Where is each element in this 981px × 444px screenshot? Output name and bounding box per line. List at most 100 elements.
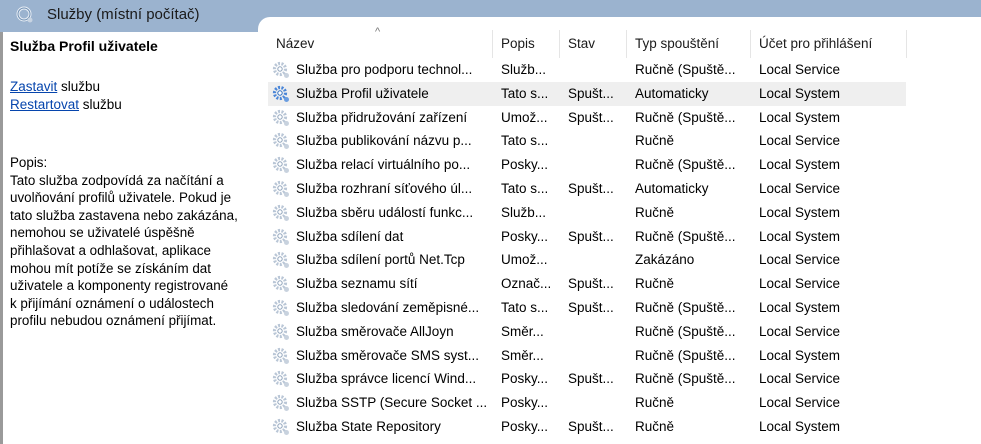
service-status: Spušt... bbox=[568, 85, 614, 101]
service-name: Služba State Repository bbox=[296, 418, 441, 434]
service-startup-type: Ručně (Spuště... bbox=[635, 347, 736, 363]
table-header: ^ Název Popis Stav Typ spouštění Účet pr… bbox=[268, 26, 981, 58]
service-logon-account: Local Service bbox=[759, 180, 841, 196]
service-description: Umož... bbox=[501, 109, 548, 125]
column-divider[interactable] bbox=[559, 30, 560, 58]
table-row[interactable]: Služba rozhraní síťového úl... Tato s... S… bbox=[268, 177, 981, 201]
description-line: nemohou se uživatelé úspěšně bbox=[10, 225, 195, 241]
service-startup-type: Ručně (Spuště... bbox=[635, 299, 736, 315]
service-startup-type: Ručně (Spuště... bbox=[635, 323, 736, 339]
column-header-logon-account[interactable]: Účet pro přihlášení bbox=[759, 36, 872, 51]
description-line: k přijímání oznámení o událostech bbox=[10, 295, 214, 311]
service-gear-icon bbox=[272, 395, 289, 412]
action-suffix: službu bbox=[79, 97, 122, 112]
service-gear-icon bbox=[272, 85, 289, 102]
table-row[interactable]: Služba přidružování zařízení Umož... Spušt… bbox=[268, 106, 981, 130]
table-row[interactable]: Služba směrovače SMS syst... Směr... Ručně… bbox=[268, 344, 981, 368]
service-description: Služb... bbox=[501, 62, 547, 77]
service-status: Spušt... bbox=[568, 299, 614, 315]
service-name: Služba směrovače AllJoyn bbox=[296, 323, 454, 339]
description-line: přihlašovat a odhlašovat, aplikace bbox=[10, 242, 211, 258]
service-description: Služb... bbox=[501, 204, 547, 220]
service-description: Tato s... bbox=[501, 299, 549, 315]
service-startup-type: Ručně bbox=[635, 418, 675, 434]
column-divider[interactable] bbox=[626, 30, 627, 58]
service-logon-account: Local System bbox=[759, 157, 841, 173]
service-name: Služba správce licencí Wind... bbox=[296, 371, 477, 387]
column-header-status[interactable]: Stav bbox=[568, 36, 595, 51]
service-logon-account: Local Service bbox=[759, 395, 841, 411]
details-panel: Služba Profil uživatele Zastavit službu … bbox=[10, 36, 260, 330]
service-gear-icon bbox=[272, 323, 289, 340]
service-logon-account: Local System bbox=[759, 85, 841, 101]
services-gear-icon bbox=[16, 6, 33, 23]
service-status: Spušt... bbox=[568, 371, 614, 387]
service-description: Směr... bbox=[501, 347, 544, 363]
service-name: Služba pro podporu technol... bbox=[296, 62, 473, 77]
description-line: uvolňování profilů uživatele. Pokud je bbox=[10, 190, 232, 206]
service-gear-icon bbox=[272, 228, 289, 245]
service-gear-icon bbox=[272, 204, 289, 221]
service-status: Spušt... bbox=[568, 418, 614, 434]
service-logon-account: Local Service bbox=[759, 252, 841, 268]
service-gear-icon bbox=[272, 180, 289, 197]
service-name: Služba směrovače SMS syst... bbox=[296, 347, 480, 363]
service-logon-account: Local Service bbox=[759, 323, 841, 339]
table-row[interactable]: Služba pro podporu technol... Služb... Ruč… bbox=[268, 58, 981, 82]
service-name: Služba seznamu sítí bbox=[296, 276, 418, 292]
table-row[interactable]: Služba správce licencí Wind... Posky... Sp… bbox=[268, 367, 981, 391]
column-header-description[interactable]: Popis bbox=[501, 36, 535, 51]
service-gear-icon bbox=[272, 418, 289, 435]
service-logon-account: Local System bbox=[759, 109, 841, 125]
service-gear-icon bbox=[272, 347, 289, 364]
service-description: Posky... bbox=[501, 371, 549, 387]
column-divider[interactable] bbox=[906, 30, 907, 58]
service-name: Služba sdílení portů Net.Tcp bbox=[296, 252, 465, 268]
service-description: Tato s... bbox=[501, 180, 549, 196]
service-description: Posky... bbox=[501, 418, 549, 434]
panel-border bbox=[0, 32, 3, 444]
table-row[interactable]: Služba relací virtuálního po... Posky... R… bbox=[268, 153, 981, 177]
service-gear-icon bbox=[272, 276, 289, 293]
description-line: tato služba zastavena nebo zakázána, bbox=[10, 207, 238, 223]
service-gear-icon bbox=[272, 109, 289, 126]
table-row[interactable]: Služba seznamu sítí Označ... Spušt... Ručně… bbox=[268, 272, 981, 296]
description-line: profilu nebudou oznámení přijímat. bbox=[10, 313, 217, 329]
column-divider[interactable] bbox=[750, 30, 751, 58]
table-row[interactable]: Služba směrovače AllJoyn Směr... Ručně (Sp… bbox=[268, 320, 981, 344]
service-gear-icon bbox=[272, 157, 289, 174]
service-logon-account: Local Service bbox=[759, 371, 841, 387]
table-row[interactable]: Služba sběru událostí funkc... Služb... Ru… bbox=[268, 201, 981, 225]
service-gear-icon bbox=[272, 61, 289, 78]
table-row[interactable]: Služba SSTP (Secure Socket ... Posky... Ru… bbox=[268, 391, 981, 415]
services-table: ^ Název Popis Stav Typ spouštění Účet pr… bbox=[268, 26, 981, 439]
service-description: Směr... bbox=[501, 323, 544, 339]
service-startup-type: Ručně (Spuště... bbox=[635, 109, 736, 125]
service-description: Posky... bbox=[501, 157, 549, 173]
table-row[interactable]: Služba State Repository Posky... Spušt... R… bbox=[268, 415, 981, 439]
service-gear-icon bbox=[272, 371, 289, 388]
selected-service-title: Služba Profil uživatele bbox=[10, 38, 158, 54]
column-divider[interactable] bbox=[492, 30, 493, 58]
service-logon-account: Local Service bbox=[759, 133, 841, 149]
service-startup-type: Ručně (Spuště... bbox=[635, 371, 736, 387]
table-row[interactable]: Služba sdílení portů Net.Tcp Umož... Zakáz… bbox=[268, 248, 981, 272]
service-startup-type: Zakázáno bbox=[635, 252, 695, 268]
table-row[interactable]: Služba publikování názvu p... Tato s... Ru… bbox=[268, 129, 981, 153]
window-title: Služby (místní počítač) bbox=[47, 6, 200, 23]
service-logon-account: Local Service bbox=[759, 276, 841, 292]
column-header-startup-type[interactable]: Typ spouštění bbox=[635, 36, 719, 51]
stop-service-link[interactable]: Zastavit bbox=[10, 79, 57, 94]
service-name: Služba SSTP (Secure Socket ... bbox=[296, 395, 488, 411]
table-row[interactable]: Služba sdílení dat Posky... Spušt... Ručně … bbox=[268, 225, 981, 249]
service-logon-account: Local System bbox=[759, 228, 841, 244]
description: Popis: Tato služba zodpovídá za načítání… bbox=[10, 154, 260, 330]
service-name: Služba přidružování zařízení bbox=[296, 109, 468, 125]
table-row[interactable]: Služba Profil uživatele Tato s... Spušt...… bbox=[268, 81, 906, 106]
service-startup-type: Ručně (Spuště... bbox=[635, 157, 736, 173]
table-row[interactable]: Služba sledování zeměpisné... Tato s... Sp… bbox=[268, 296, 981, 320]
description-line: Tato služba zodpovídá za načítání a bbox=[10, 172, 224, 188]
restart-service-link[interactable]: Restartovat bbox=[10, 97, 79, 112]
service-name: Služba sdílení dat bbox=[296, 228, 404, 244]
column-header-name[interactable]: Název bbox=[276, 36, 314, 51]
